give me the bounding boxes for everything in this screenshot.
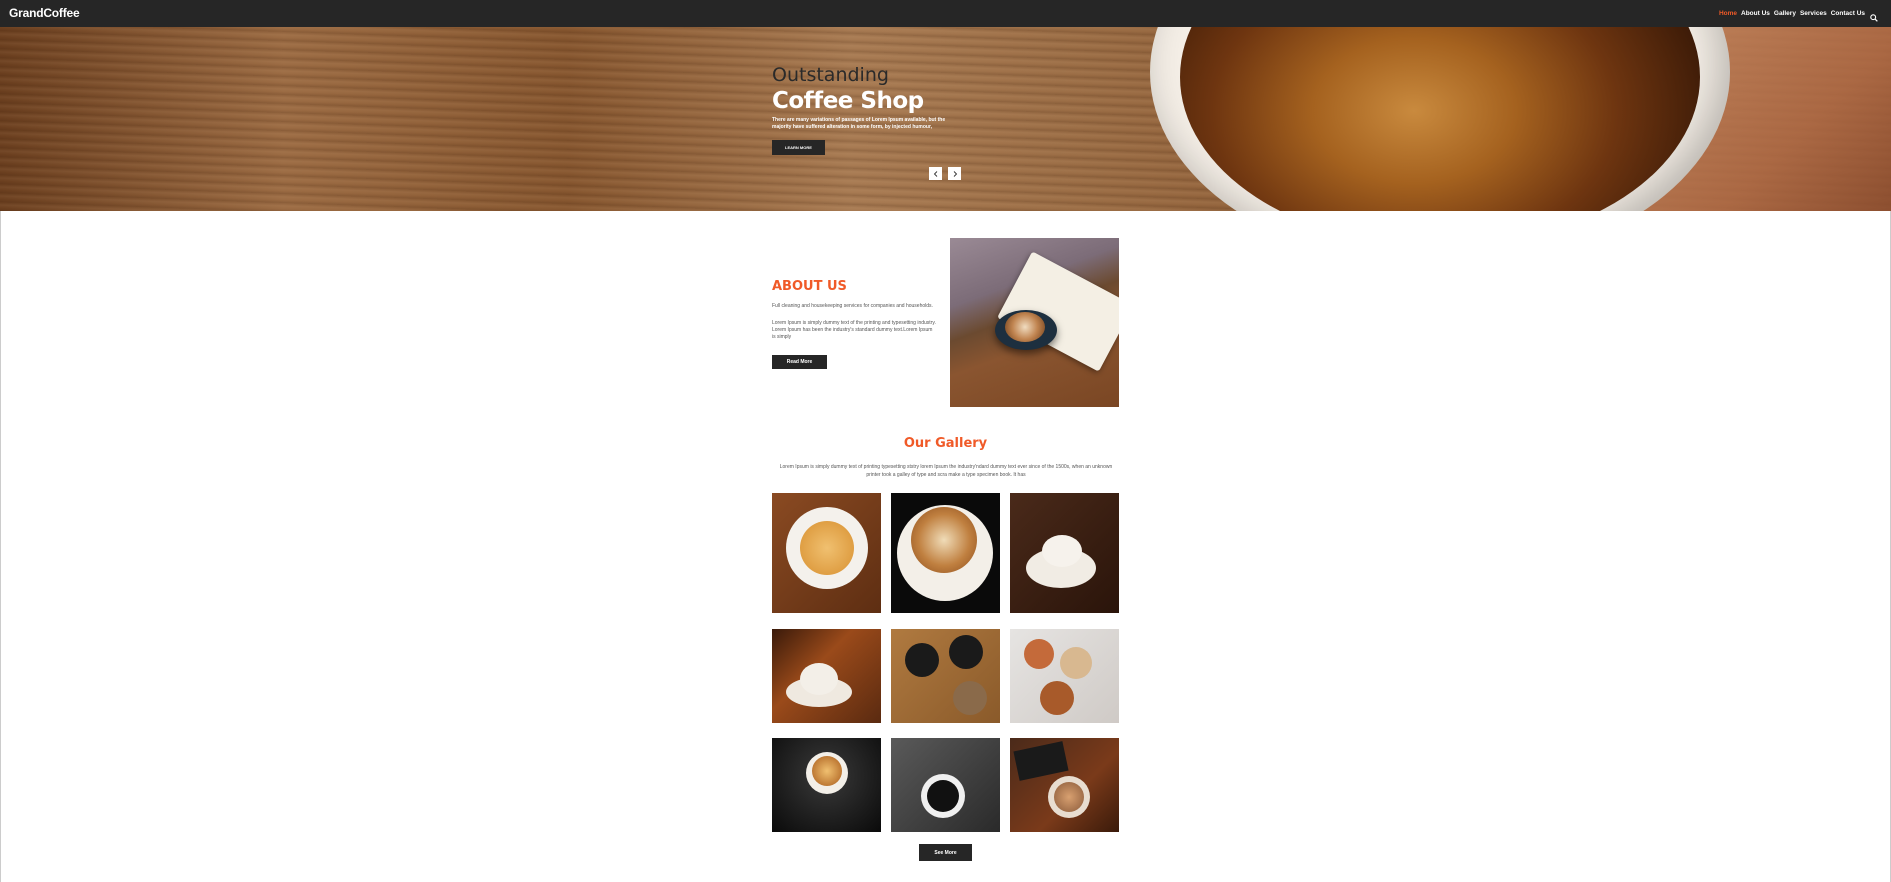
nav-link-home[interactable]: Home (1719, 10, 1737, 17)
gallery-image-3[interactable] (1010, 493, 1119, 613)
hero-content: Outstanding Coffee Shop There are many v… (772, 64, 972, 155)
gallery-image-6[interactable] (1010, 629, 1119, 723)
carousel-prev-button[interactable] (929, 167, 942, 180)
hero-coffee-image (1180, 27, 1700, 211)
about-latte-image (1005, 312, 1045, 342)
read-more-button[interactable]: Read More (772, 355, 827, 369)
about-image (950, 238, 1119, 407)
nav-link-services[interactable]: Services (1800, 10, 1827, 17)
gallery-image-1[interactable] (772, 493, 881, 613)
gallery-image-7[interactable] (772, 738, 881, 832)
gallery-image-4[interactable] (772, 629, 881, 723)
nav-link-about-us[interactable]: About Us (1741, 10, 1770, 17)
nav-links: Home About Us Gallery Services Contact U… (1715, 9, 1878, 22)
about-title: ABOUT US (772, 279, 847, 294)
nav-link-contact-us[interactable]: Contact Us (1831, 10, 1865, 17)
brand-logo[interactable]: GrandCoffee (9, 6, 80, 20)
learn-more-button[interactable]: LEARN MORE (772, 140, 825, 155)
chevron-right-icon (953, 170, 957, 177)
nav-link-gallery[interactable]: Gallery (1774, 10, 1796, 17)
carousel-next-button[interactable] (948, 167, 961, 180)
see-more-button[interactable]: See More (919, 844, 972, 861)
hero-pre-title: Outstanding (772, 64, 889, 86)
gallery-image-5[interactable] (891, 629, 1000, 723)
about-text-1: Full cleaning and housekeeping services … (772, 303, 933, 309)
navbar: GrandCoffee Home About Us Gallery Servic… (0, 0, 1891, 27)
hero-title: Coffee Shop (772, 88, 924, 114)
gallery-image-9[interactable] (1010, 738, 1119, 832)
search-icon[interactable] (1870, 9, 1878, 22)
gallery-image-2[interactable] (891, 493, 1000, 613)
chevron-left-icon (933, 170, 937, 177)
gallery-description: Lorem Ipsum is simply dummy text of prin… (779, 464, 1113, 478)
gallery-title: Our Gallery (903, 436, 988, 451)
page-border-left (0, 211, 1, 882)
hero-banner: Outstanding Coffee Shop There are many v… (0, 27, 1891, 211)
gallery-image-8[interactable] (891, 738, 1000, 832)
about-text-2: Lorem Ipsum is simply dummy text of the … (772, 320, 936, 340)
hero-text: There are many variations of passages of… (772, 117, 946, 130)
